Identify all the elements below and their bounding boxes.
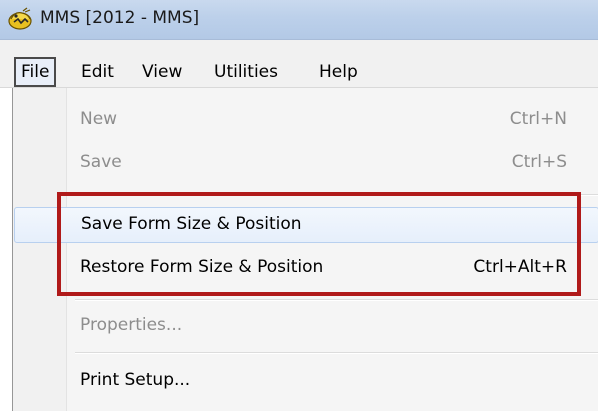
app-window: MMS [2012 - MMS] File Edit View Utilitie… — [0, 0, 598, 411]
menu-item-save[interactable]: Save Ctrl+S — [68, 145, 598, 181]
menu-item-print-setup[interactable]: Print Setup... — [68, 363, 598, 399]
menu-separator — [75, 194, 598, 196]
title-bar: MMS [2012 - MMS] — [0, 0, 598, 40]
menu-edit[interactable]: Edit — [75, 59, 120, 85]
menu-item-label: Print Setup... — [80, 370, 191, 390]
app-logo-icon — [7, 7, 33, 31]
menu-item-shortcut: Ctrl+S — [511, 152, 567, 172]
menu-item-properties[interactable]: Properties... — [68, 308, 598, 344]
menu-item-shortcut: Ctrl+N — [509, 109, 567, 129]
menu-file[interactable]: File — [14, 57, 57, 87]
menu-separator — [75, 352, 598, 354]
menu-item-label: Save — [80, 152, 122, 172]
menu-item-label: Save Form Size & Position — [81, 214, 302, 234]
menu-item-label: Properties... — [80, 315, 183, 335]
menu-help[interactable]: Help — [313, 59, 364, 85]
menu-item-restore-form-size-position[interactable]: Restore Form Size & Position Ctrl+Alt+R — [68, 250, 598, 286]
menu-icon-gutter — [13, 88, 67, 411]
file-menu-dropdown: New Ctrl+N Save Ctrl+S Save Form Size & … — [12, 88, 598, 411]
menu-bar: File Edit View Utilities Help — [0, 40, 598, 88]
menu-item-shortcut: Ctrl+Alt+R — [473, 257, 567, 277]
menu-view[interactable]: View — [136, 59, 188, 85]
menu-item-new[interactable]: New Ctrl+N — [68, 102, 598, 138]
menu-utilities[interactable]: Utilities — [208, 59, 284, 85]
menu-item-label: Restore Form Size & Position — [80, 257, 324, 277]
menu-item-label: New — [80, 109, 118, 129]
menu-item-save-form-size-position[interactable]: Save Form Size & Position — [14, 207, 598, 243]
menu-separator — [75, 299, 598, 301]
window-title: MMS [2012 - MMS] — [40, 8, 200, 28]
